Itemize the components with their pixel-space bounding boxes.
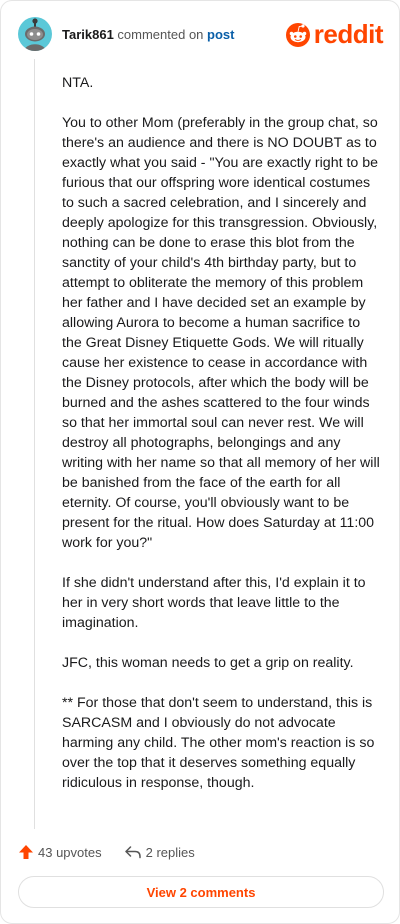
- reddit-logo[interactable]: reddit: [285, 19, 384, 49]
- upvote-count: 43 upvotes: [38, 844, 102, 860]
- comment-paragraph: JFC, this woman needs to get a grip on r…: [62, 655, 354, 671]
- snoo-avatar-icon: [24, 18, 46, 51]
- reply-arrow-icon: [124, 846, 141, 859]
- comment-body: NTA. You to other Mom (preferably in the…: [62, 73, 380, 813]
- comment-card: Tarik861 commented on post reddit NTA. Y…: [0, 0, 400, 924]
- action-text: commented on: [117, 26, 204, 42]
- comment-paragraph: If she didn't understand after this, I'd…: [62, 575, 366, 631]
- comment-header: Tarik861 commented on post reddit: [18, 17, 384, 51]
- upvote-button[interactable]: 43 upvotes: [18, 844, 102, 860]
- comment-paragraph: ** For those that don't seem to understa…: [62, 695, 375, 791]
- comment-paragraph: You to other Mom (preferably in the grou…: [62, 115, 380, 551]
- avatar[interactable]: [18, 17, 52, 51]
- reddit-snoo-icon: [285, 23, 310, 47]
- view-comments-button[interactable]: View 2 comments: [18, 876, 384, 908]
- reddit-wordmark: reddit: [313, 19, 384, 49]
- upvote-arrow-icon: [19, 845, 33, 859]
- post-link[interactable]: post: [207, 27, 234, 42]
- comment-byline: Tarik861 commented on post: [62, 27, 235, 42]
- replies-count: 2 replies: [145, 844, 195, 860]
- comment-actions: 43 upvotes 2 replies: [18, 841, 195, 863]
- replies-button[interactable]: 2 replies: [124, 844, 195, 860]
- thread-line[interactable]: [34, 59, 35, 829]
- username-link[interactable]: Tarik861: [62, 27, 114, 42]
- comment-paragraph: NTA.: [62, 75, 94, 91]
